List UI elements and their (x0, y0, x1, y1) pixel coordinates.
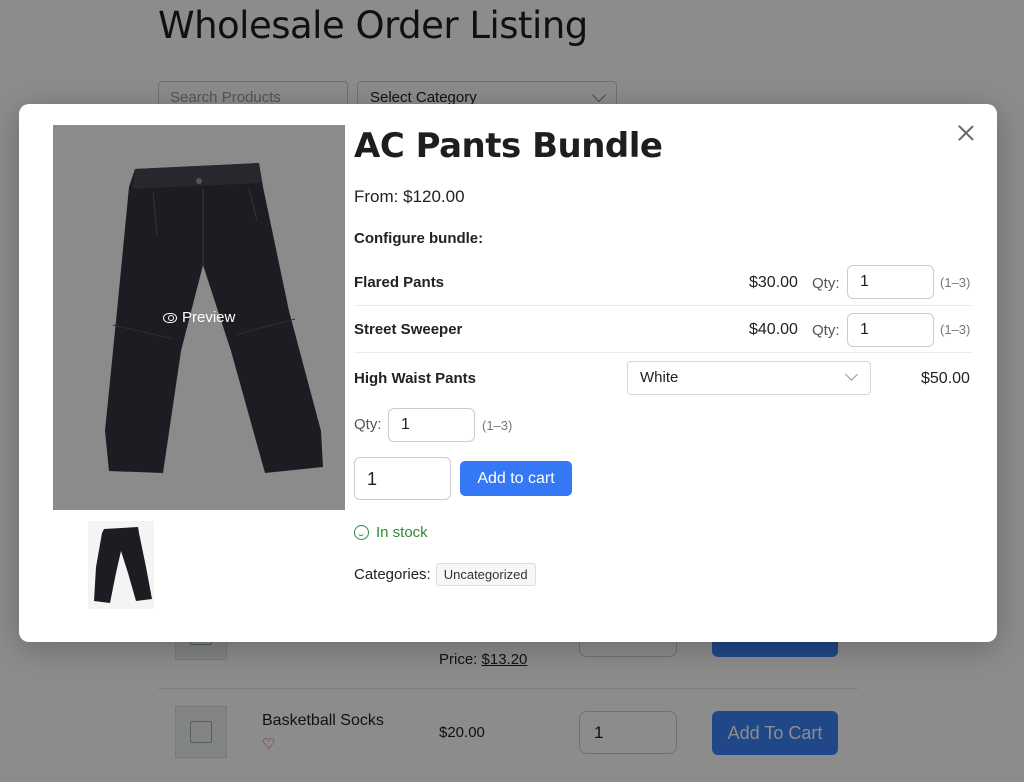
bundle-item: Street Sweeper $40.00 Qty: 1 (1–3) (354, 307, 972, 353)
preview-label: Preview (182, 309, 236, 326)
product-price: From: $120.00 (354, 187, 465, 206)
variant-select-value: White (640, 369, 679, 386)
close-icon[interactable] (955, 122, 977, 144)
eye-icon (163, 312, 177, 323)
stock-status: In stock (354, 524, 428, 541)
qty-range: (1–3) (940, 322, 971, 337)
bundle-item-name: Street Sweeper (354, 321, 463, 338)
categories: Categories: Uncategorized (354, 563, 536, 586)
quick-view-modal: Preview AC Pants Bundle From: $120.00 Co… (19, 104, 997, 642)
qty-label: Qty: (354, 416, 382, 433)
bundle-item-price: $40.00 (749, 321, 798, 338)
categories-label: Categories: (354, 566, 431, 583)
stock-status-text: In stock (376, 524, 428, 541)
category-tag[interactable]: Uncategorized (435, 563, 536, 586)
preview-button[interactable]: Preview (163, 309, 235, 326)
bundle-item-price: $30.00 (749, 274, 798, 291)
product-main-image[interactable]: Preview (53, 125, 345, 510)
bundle-item-qty-input[interactable]: 1 (847, 313, 934, 347)
bundle-item-qty-input[interactable]: 1 (847, 265, 934, 299)
variant-select[interactable]: White (627, 361, 871, 395)
bundle-item-name: High Waist Pants (354, 370, 476, 387)
qty-range: (1–3) (940, 275, 971, 290)
bundle-quantity-input[interactable]: 1 (354, 457, 451, 500)
smile-icon (354, 525, 369, 540)
bundle-item-qty-input[interactable]: 1 (388, 408, 475, 442)
bundle-item-name: Flared Pants (354, 274, 445, 291)
qty-label: Qty: (812, 275, 840, 292)
bundle-item-price: $50.00 (921, 370, 970, 387)
configure-bundle-label: Configure bundle: (354, 230, 484, 247)
bundle-item: Flared Pants $30.00 Qty: 1 (1–3) (354, 260, 972, 306)
qty-label: Qty: (812, 322, 840, 339)
qty-range: (1–3) (482, 418, 513, 433)
pants-thumbnail-image (88, 521, 154, 609)
product-thumbnail[interactable] (88, 521, 154, 609)
chevron-down-icon (845, 368, 858, 381)
add-to-cart-button[interactable]: Add to cart (460, 461, 572, 496)
product-title: AC Pants Bundle (354, 126, 663, 166)
